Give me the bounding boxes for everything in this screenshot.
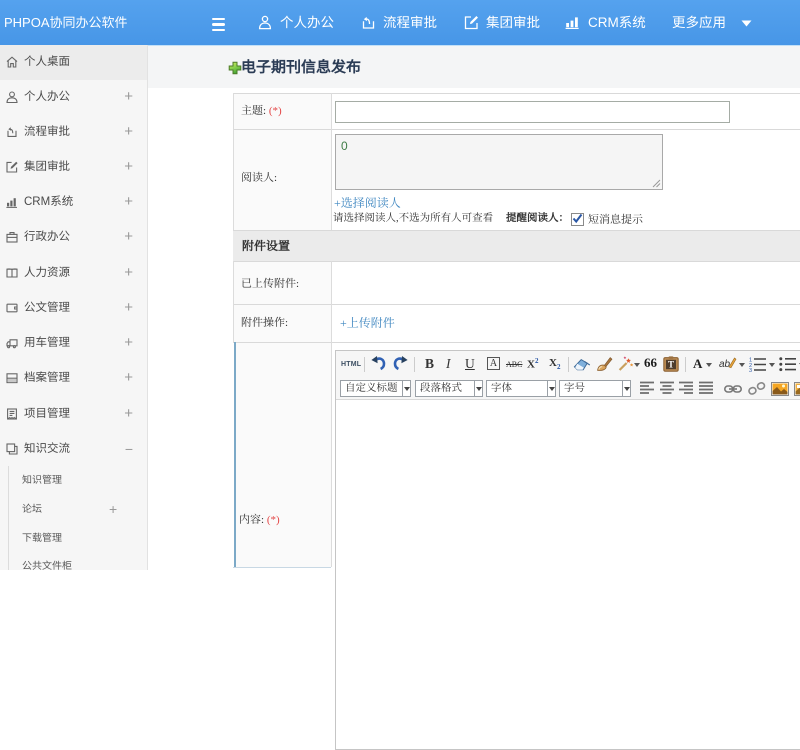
svg-text:T: T (668, 360, 674, 370)
svg-text:ab: ab (719, 359, 731, 370)
svg-text:3: 3 (749, 368, 752, 372)
